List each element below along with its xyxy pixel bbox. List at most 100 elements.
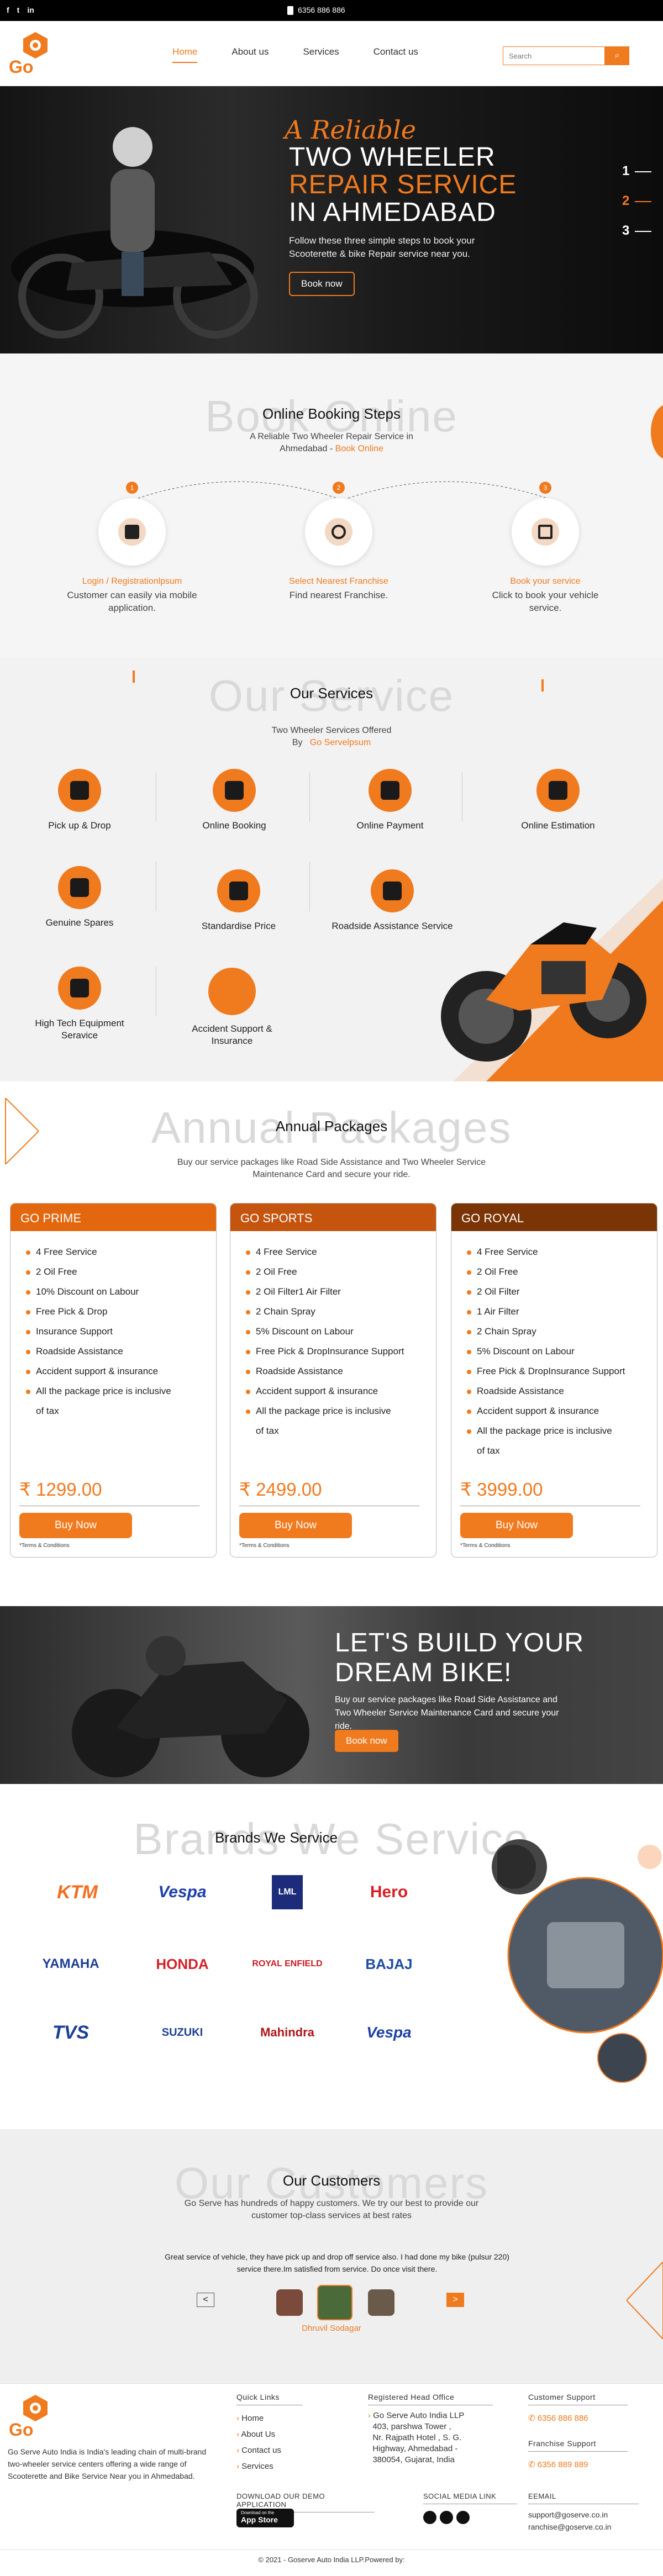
- footer-about: Go Serve Auto India is India's leading c…: [8, 2447, 207, 2480]
- linkedin-icon[interactable]: in: [27, 6, 34, 14]
- buy-now-button[interactable]: Buy Now: [460, 1513, 573, 1538]
- head-office-address: › Go Serve Auto India LLP 403, parshwa T…: [368, 2411, 465, 2464]
- service-genuine-spares[interactable]: Genuine Spares: [19, 866, 140, 929]
- dream-bike-banner: LET'S BUILD YOUR DREAM BIKE! Buy our ser…: [0, 1606, 663, 1784]
- brand-bajaj[interactable]: BAJAJ: [345, 1942, 433, 1986]
- facebook-icon[interactable]: [423, 2511, 436, 2524]
- logo[interactable]: Go: [8, 30, 51, 77]
- support-email[interactable]: support@goserve.co.in: [528, 2509, 611, 2521]
- slide-1[interactable]: 1: [622, 163, 652, 179]
- dream-bike-subtitle: Buy our service packages like Road Side …: [335, 1695, 559, 1731]
- footer-link-contact[interactable]: › Contact us: [236, 2442, 281, 2458]
- gear-icon: [70, 979, 89, 997]
- slide-2[interactable]: 2: [622, 193, 652, 209]
- terms-link[interactable]: *Terms & Conditions: [19, 1543, 70, 1549]
- package-features: 4 Free Service2 Oil Free2 Oil Filter1 Ai…: [451, 1231, 657, 1461]
- estimation-icon: [549, 781, 567, 800]
- twitter-icon[interactable]: t: [17, 6, 20, 14]
- slide-3[interactable]: 3: [622, 223, 652, 239]
- brand-vespa[interactable]: Vespa: [138, 1870, 227, 1914]
- franchise-email[interactable]: ranchise@goserve.co.in: [528, 2521, 611, 2533]
- package-card-sports: GO SPORTS 4 Free Service 2 Oil Free 2 Oil …: [230, 1203, 436, 1558]
- customer-name: Dhruvil Sodagar: [302, 2324, 361, 2333]
- packages-section: Annual Packages Annual Packages Buy our …: [0, 1081, 663, 1606]
- booking-online-link[interactable]: Book Online: [335, 444, 383, 453]
- customer-avatar-active[interactable]: [317, 2285, 352, 2320]
- footer-link-services[interactable]: › Services: [236, 2458, 281, 2474]
- package-features: 4 Free Service2 Oil Free2 Oil Filter1 Ai…: [230, 1231, 436, 1441]
- package-name: GO PRIME: [10, 1203, 216, 1231]
- svg-text:Go: Go: [9, 2420, 33, 2439]
- customers-section: Our Customers Our Customers Go Serve has…: [0, 2129, 663, 2383]
- nav-services[interactable]: Services: [303, 46, 339, 63]
- nav-home[interactable]: Home: [172, 46, 198, 63]
- package-price: ₹ 3999.00: [460, 1479, 640, 1506]
- facebook-icon[interactable]: f: [7, 6, 9, 14]
- brand-tvs[interactable]: TVS: [27, 2010, 115, 2055]
- svg-text:Go: Go: [9, 57, 33, 76]
- booking-section: Book Online Online Booking Steps A Relia…: [0, 353, 663, 657]
- search-input[interactable]: [503, 46, 605, 65]
- service-pickup-drop[interactable]: Pick up & Drop: [19, 769, 140, 832]
- service-accident-support[interactable]: Accident Support & Insurance: [171, 968, 293, 1047]
- hero-banner: A Reliable TWO WHEELER REPAIR SERVICE IN…: [0, 86, 663, 353]
- brands-section: Brands We Service Brands We Service KTM …: [0, 1784, 663, 2129]
- app-store-badge[interactable]: Download on the App Store: [236, 2509, 294, 2527]
- footer-social-icons: [423, 2511, 470, 2524]
- social-links: f t in: [7, 6, 34, 14]
- packages-subtitle: Buy our service packages like Road Side …: [177, 1158, 486, 1179]
- franchise-support-title: Franchise Support: [528, 2439, 628, 2452]
- service-online-estimation[interactable]: Online Estimation: [497, 769, 619, 832]
- brand-mahindra[interactable]: Mahindra: [243, 2010, 332, 2055]
- franchise-support-phone[interactable]: ✆ 6356 889 889: [528, 2457, 588, 2473]
- brand-yamaha[interactable]: YAMAHA: [27, 1942, 115, 1986]
- service-online-payment[interactable]: Online Payment: [329, 769, 451, 832]
- services-subtitle: Two Wheeler Services Offered By Go Serve…: [271, 726, 392, 747]
- service-online-booking[interactable]: Online Booking: [173, 769, 295, 832]
- nav-contact[interactable]: Contact us: [373, 46, 418, 63]
- terms-link[interactable]: *Terms & Conditions: [460, 1543, 511, 1549]
- hero-title: TWO WHEELER REPAIR SERVICE IN AHMEDABAD: [289, 144, 517, 226]
- booking-subtitle: A Reliable Two Wheeler Repair Service in…: [250, 432, 413, 453]
- search-button[interactable]: ⌕: [605, 46, 629, 65]
- footer-link-home[interactable]: › Home: [236, 2410, 281, 2426]
- brand-vespa-2[interactable]: Vespa: [345, 2010, 433, 2055]
- phone-icon: [287, 6, 293, 15]
- footer-link-about[interactable]: › About Us: [236, 2426, 281, 2442]
- footer-logo[interactable]: Go: [8, 2393, 51, 2441]
- customers-title: Our Customers: [282, 2172, 381, 2189]
- brand-suzuki[interactable]: SUZUKI: [138, 2010, 227, 2055]
- hero-book-button[interactable]: Book now: [289, 272, 355, 296]
- terms-link[interactable]: *Terms & Conditions: [239, 1543, 290, 1549]
- customer-avatar[interactable]: [368, 2289, 394, 2316]
- engine-image: [497, 1845, 663, 2083]
- top-phone[interactable]: 6356 886 886: [287, 6, 345, 15]
- lock-icon: [125, 525, 139, 539]
- main-nav: Home About us Services Contact us: [172, 46, 452, 63]
- dream-bike-book-button[interactable]: Book now: [335, 1730, 398, 1752]
- packages-title: Annual Packages: [275, 1118, 388, 1134]
- buy-now-button[interactable]: Buy Now: [19, 1513, 132, 1538]
- twitter-icon[interactable]: [440, 2511, 453, 2524]
- service-standard-price[interactable]: Standardise Price: [178, 869, 299, 932]
- header: Go Home About us Services Contact us ⌕: [0, 21, 663, 86]
- customer-avatar[interactable]: [276, 2289, 303, 2316]
- carousel-prev-button[interactable]: <: [197, 2293, 214, 2307]
- service-high-tech-equipment[interactable]: High Tech Equipment Seravice: [19, 967, 140, 1042]
- nav-about[interactable]: About us: [231, 46, 269, 63]
- footer: Go Go Serve Auto India is India's leadin…: [0, 2383, 663, 2566]
- linkedin-icon[interactable]: [456, 2511, 470, 2524]
- brand-royal-enfield[interactable]: ROYAL ENFIELD: [243, 1942, 332, 1986]
- brand-lml[interactable]: LML: [243, 1870, 332, 1914]
- customer-support-phone[interactable]: ✆ 6356 886 886: [528, 2410, 588, 2426]
- brand-hero[interactable]: Hero: [345, 1870, 433, 1914]
- brand-ktm[interactable]: KTM: [33, 1870, 122, 1914]
- package-features: 4 Free Service 2 Oil Free 10% Discount on …: [10, 1231, 216, 1421]
- customer-review: Great service of vehicle, they have pick…: [165, 2252, 509, 2273]
- spares-icon: [70, 878, 89, 897]
- buy-now-button[interactable]: Buy Now: [239, 1513, 352, 1538]
- slide-indicators: 1 2 3: [622, 163, 652, 253]
- sports-bike-image: [441, 878, 663, 1081]
- carousel-next-button[interactable]: >: [446, 2293, 464, 2307]
- brand-honda[interactable]: HONDA: [138, 1942, 227, 1986]
